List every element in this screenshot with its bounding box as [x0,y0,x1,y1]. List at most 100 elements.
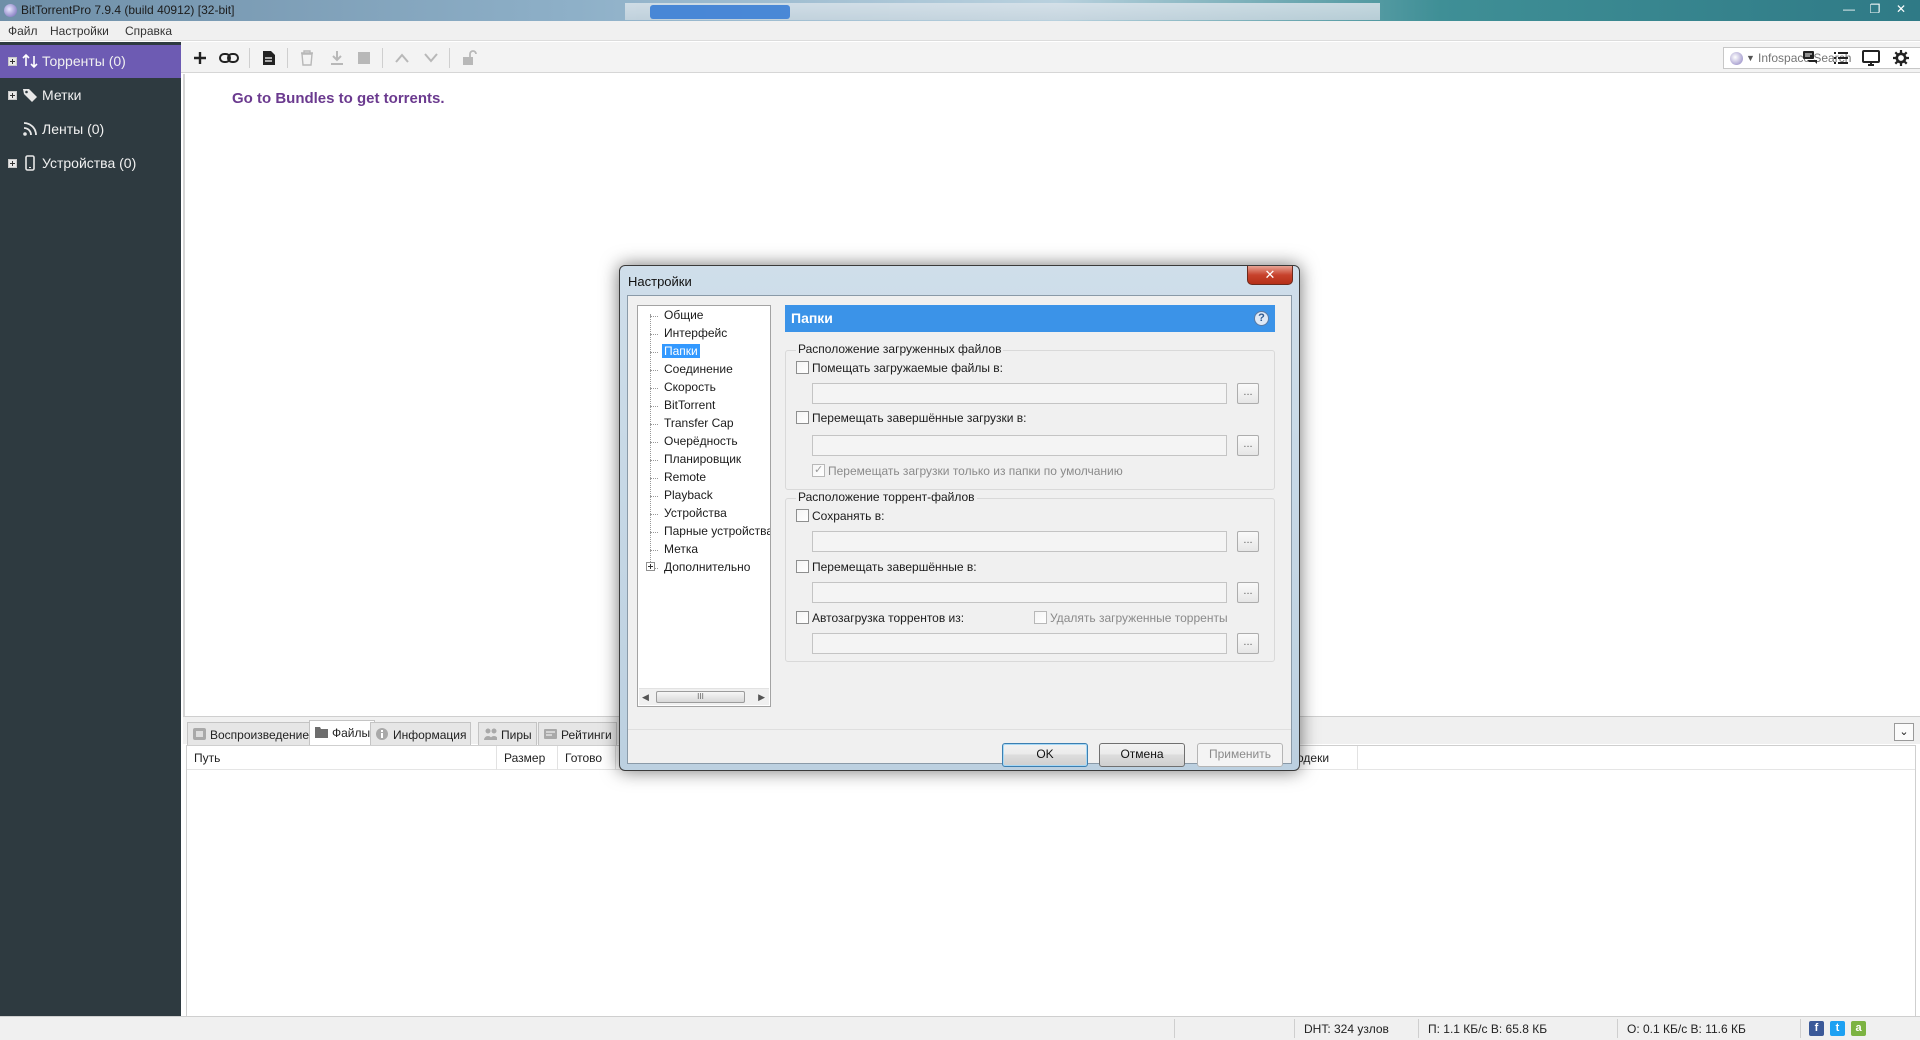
cancel-button[interactable]: Отмена [1099,743,1185,767]
tree-item-devices[interactable]: Устройства [638,505,770,523]
checkbox[interactable] [796,509,809,522]
tree-item-general[interactable]: Общие [638,307,770,325]
minimize-button[interactable]: — [1836,0,1862,19]
window-titlebar: BitTorrentPro 7.9.4 (build 40912) [32-bi… [0,0,1920,21]
tree-item-bittorrent[interactable]: BitTorrent [638,397,770,415]
unlock-button[interactable] [459,48,479,68]
panel-title: Папки [791,310,833,326]
sidebar-item-labels[interactable]: Метки [0,79,181,112]
tab-info[interactable]: Информация [370,722,472,745]
add-torrent-button[interactable] [190,48,210,68]
browse-autoload-button[interactable]: ... [1237,633,1259,654]
chat-icon [1803,51,1817,64]
tree-item-paired-devices[interactable]: Парные устройства [638,523,770,541]
checkbox[interactable] [796,361,809,374]
downloads-path-input[interactable] [812,383,1227,404]
tree-item-speed[interactable]: Скорость [638,379,770,397]
settings-dialog: Настройки ✕ Общие Интерфейс Папки Соедин… [619,265,1300,771]
delete-button[interactable] [297,48,317,68]
ratings-icon [544,729,557,739]
tree-item-playback[interactable]: Playback [638,487,770,505]
upload-status: О: 0.1 КБ/с В: 11.6 КБ [1627,1022,1746,1036]
tree-item-remote[interactable]: Remote [638,469,770,487]
sidebar-item-torrents[interactable]: Торренты (0) [0,45,181,78]
expand-icon[interactable] [8,159,17,168]
window-close-button[interactable]: ✕ [1888,0,1914,19]
menu-help[interactable]: Справка [125,24,172,38]
store-path-input[interactable] [812,531,1227,552]
autoload-path-input[interactable] [812,633,1227,654]
ok-button[interactable]: OK [1002,743,1088,767]
tree-item-folders[interactable]: Папки [638,343,770,361]
checkbox[interactable] [1034,611,1047,624]
tree-item-label[interactable]: Метка [638,541,770,559]
column-path[interactable]: Путь [194,751,220,765]
tab-ratings[interactable]: Рейтинги [538,722,617,745]
plus-icon [194,52,206,64]
tab-files[interactable]: Файлы [309,720,376,745]
tree-item-queueing[interactable]: Очерёдность [638,433,770,451]
facebook-icon[interactable]: f [1809,1021,1824,1036]
checkbox[interactable] [796,560,809,573]
expand-icon[interactable] [646,562,655,571]
link-icon [219,53,239,63]
start-button[interactable] [327,48,347,68]
dialog-title: Настройки [628,274,692,289]
chat-button[interactable] [1801,48,1821,68]
move-up-button[interactable] [392,48,412,68]
scroll-left-icon[interactable]: ◀ [642,692,649,703]
tab-peers[interactable]: Пиры [478,722,537,745]
tag-icon [23,89,37,102]
bundles-link[interactable]: Go to Bundles to get torrents. [232,90,445,107]
tree-item-interface[interactable]: Интерфейс [638,325,770,343]
move-down-button[interactable] [421,48,441,68]
tree-item-advanced[interactable]: Дополнительно [638,559,770,577]
unlock-icon [463,50,477,65]
collapse-panel-button[interactable]: ⌄ [1894,723,1914,741]
tree-horizontal-scrollbar[interactable]: ◀ III ▶ [639,688,769,705]
android-icon[interactable]: a [1851,1021,1866,1036]
create-torrent-button[interactable] [259,48,279,68]
browse-store-button[interactable]: ... [1237,531,1259,552]
expand-icon[interactable] [8,57,17,66]
expand-icon[interactable] [8,91,17,100]
column-size[interactable]: Размер [504,751,545,765]
file-list[interactable]: Путь Размер Готово одеки [186,745,1916,1017]
help-icon[interactable]: ? [1254,311,1269,326]
dialog-close-button[interactable]: ✕ [1247,266,1293,285]
column-done[interactable]: Готово [565,751,602,765]
list-icon [1834,52,1848,64]
browse-completed-torrents-button[interactable]: ... [1237,582,1259,603]
tree-item-connection[interactable]: Соединение [638,361,770,379]
browse-downloads-button[interactable]: ... [1237,383,1259,404]
sidebar-item-devices[interactable]: Устройства (0) [0,147,181,180]
settings-button[interactable] [1891,48,1911,68]
stop-button[interactable] [354,48,374,68]
tree-item-scheduler[interactable]: Планировщик [638,451,770,469]
checkbox[interactable] [796,411,809,424]
column-codecs[interactable]: одеки [1297,751,1329,765]
maximize-button[interactable]: ❐ [1862,0,1888,19]
menu-settings[interactable]: Настройки [50,24,109,38]
settings-tree[interactable]: Общие Интерфейс Папки Соединение Скорост… [637,305,771,707]
add-url-button[interactable] [219,48,239,68]
remote-button[interactable] [1861,48,1881,68]
checkbox[interactable] [796,611,809,624]
menu-bar: Файл Настройки Справка [0,21,1920,41]
tree-item-transfer-cap[interactable]: Transfer Cap [638,415,770,433]
scrollbar-thumb[interactable]: III [656,691,745,703]
search-provider-icon[interactable] [1730,52,1743,65]
browse-completed-button[interactable]: ... [1237,435,1259,456]
menu-file[interactable]: Файл [8,24,38,38]
provider-dropdown-icon[interactable]: ▼ [1746,53,1755,63]
apply-button[interactable]: Применить [1197,743,1283,767]
scroll-right-icon[interactable]: ▶ [758,692,765,703]
monitor-icon [1862,50,1880,66]
twitter-icon[interactable]: t [1830,1021,1845,1036]
checkbox[interactable] [812,463,825,477]
list-view-button[interactable] [1831,48,1851,68]
tab-playback[interactable]: Воспроизведение [187,722,315,745]
completed-torrents-path-input[interactable] [812,582,1227,603]
sidebar-item-feeds[interactable]: Ленты (0) [0,113,181,146]
completed-path-input[interactable] [812,435,1227,456]
